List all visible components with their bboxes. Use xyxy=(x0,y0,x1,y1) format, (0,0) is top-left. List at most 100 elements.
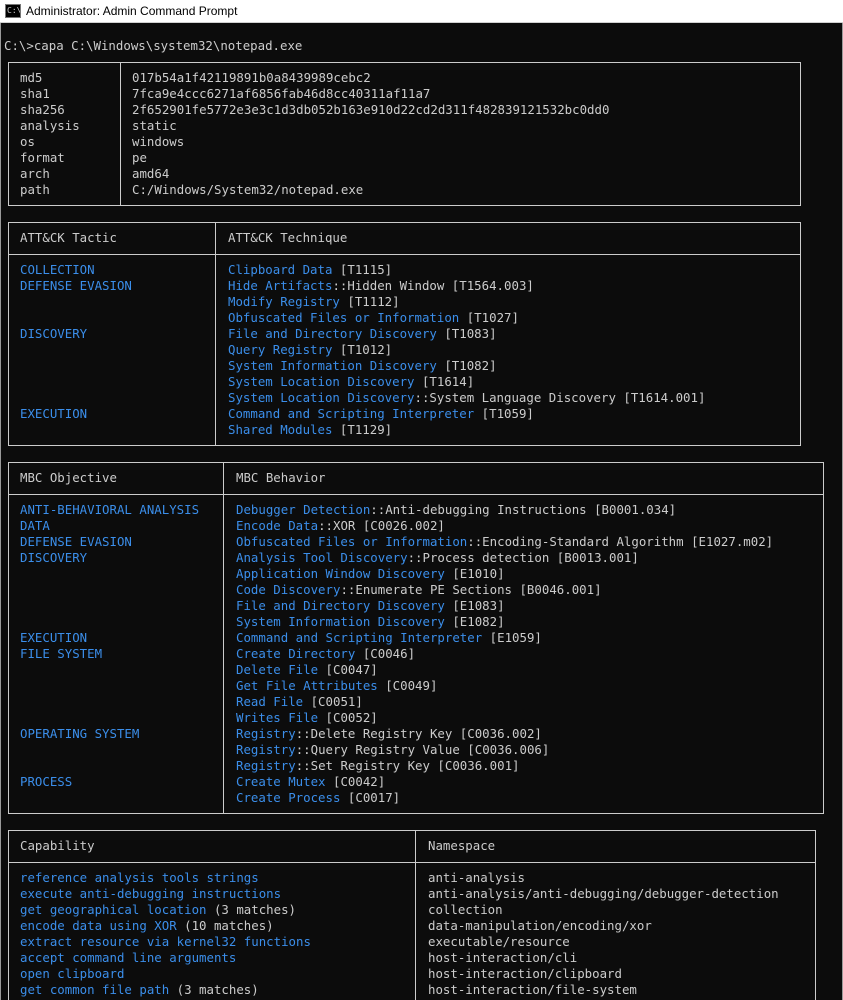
meta-value: C:/Windows/System32/notepad.exe xyxy=(132,182,364,197)
mbc-behavior-name: Get File Attributes xyxy=(236,678,378,693)
attack-header-tactic: ATT&CK Tactic xyxy=(20,230,117,245)
meta-value: static xyxy=(132,118,177,133)
mbc-objective: PROCESS xyxy=(20,774,73,789)
capability-matches: (3 matches) xyxy=(169,982,259,997)
capability-header-rule xyxy=(8,862,816,863)
attack-technique-name: Hide Artifacts xyxy=(228,278,333,293)
attack-technique: System Location Discovery::System Langua… xyxy=(228,390,705,406)
mbc-behavior: Debugger Detection::Anti-debugging Instr… xyxy=(236,502,676,518)
mbc-behavior-id: [B0001.034] xyxy=(586,502,677,517)
attack-technique: File and Directory Discovery [T1083] xyxy=(228,326,497,342)
attack-technique: Shared Modules [T1129] xyxy=(228,422,392,438)
meta-table xyxy=(8,62,801,206)
meta-value: windows xyxy=(132,134,185,149)
mbc-behavior-id: [C0036.006] xyxy=(459,742,550,757)
mbc-behavior: Get File Attributes [C0049] xyxy=(236,678,437,694)
attack-technique-id: [T1059] xyxy=(474,406,534,421)
attack-tactic: EXECUTION xyxy=(20,406,88,421)
capability-namespace: host-interaction/cli xyxy=(428,950,578,965)
meta-key: sha1 xyxy=(20,86,50,101)
mbc-behavior-id: [C0051] xyxy=(303,694,363,709)
attack-technique-name: Query Registry xyxy=(228,342,333,357)
mbc-behavior-id: [C0042] xyxy=(325,774,386,789)
capability-item: accept command line arguments xyxy=(20,950,236,966)
mbc-behavior-name: Registry xyxy=(236,742,296,757)
mbc-objective: DATA xyxy=(20,518,50,533)
capability-namespace: data-manipulation/encoding/xor xyxy=(428,918,652,933)
mbc-behavior-id: [E1083] xyxy=(444,598,505,613)
attack-technique-name: File and Directory Discovery xyxy=(228,326,437,341)
mbc-behavior: Application Window Discovery [E1010] xyxy=(236,566,505,582)
mbc-objective: DISCOVERY xyxy=(20,550,88,565)
attack-tactic: DISCOVERY xyxy=(20,326,88,341)
mbc-behavior-name: Application Window Discovery xyxy=(236,566,445,581)
mbc-behavior: Registry::Delete Registry Key [C0036.002… xyxy=(236,726,542,742)
attack-technique-id: [T1115] xyxy=(332,262,393,277)
attack-header-technique: ATT&CK Technique xyxy=(228,230,348,245)
mbc-behavior-id: [C0052] xyxy=(318,710,378,725)
attack-header-rule xyxy=(8,254,801,255)
mbc-behavior-name: Writes File xyxy=(236,710,319,725)
meta-value: 2f652901fe5772e3e3c1d3db052b163e910d22cd… xyxy=(132,102,610,117)
capability-item: reference analysis tools strings xyxy=(20,870,259,886)
mbc-behavior-id: [E1082] xyxy=(444,614,505,629)
attack-technique: System Location Discovery [T1614] xyxy=(228,374,474,390)
mbc-behavior-name: File and Directory Discovery xyxy=(236,598,445,613)
mbc-behavior-name: Create Process xyxy=(236,790,341,805)
mbc-behavior-id: [E1010] xyxy=(444,566,505,581)
mbc-behavior: System Information Discovery [E1082] xyxy=(236,614,505,630)
attack-technique-detail: ::Hidden Window xyxy=(332,278,445,293)
mbc-behavior: Delete File [C0047] xyxy=(236,662,378,678)
mbc-behavior-name: Create Mutex xyxy=(236,774,326,789)
title-bar[interactable]: C:\ Administrator: Admin Command Prompt xyxy=(0,0,843,23)
mbc-objective: FILE SYSTEM xyxy=(20,646,103,661)
meta-value: 7fca9e4ccc6271af6856fab46d8cc40311af11a7 xyxy=(132,86,431,101)
meta-divider xyxy=(120,62,121,206)
mbc-behavior-name: Registry xyxy=(236,758,296,773)
mbc-divider xyxy=(223,462,224,814)
mbc-behavior: Create Mutex [C0042] xyxy=(236,774,385,790)
mbc-behavior-detail: ::Delete Registry Key xyxy=(295,726,453,741)
attack-technique-name: Obfuscated Files or Information xyxy=(228,310,460,325)
capability-item: get geographical location (3 matches) xyxy=(20,902,296,918)
mbc-behavior: Create Process [C0017] xyxy=(236,790,400,806)
mbc-behavior-name: Encode Data xyxy=(236,518,319,533)
command-prompt-line: C:\>capa C:\Windows\system32\notepad.exe xyxy=(4,38,303,53)
capability-namespace: anti-analysis xyxy=(428,870,525,885)
attack-technique-id: [T1112] xyxy=(339,294,400,309)
mbc-behavior-name: Analysis Tool Discovery xyxy=(236,550,408,565)
capability-namespace: anti-analysis/anti-debugging/debugger-de… xyxy=(428,886,779,901)
meta-key: path xyxy=(20,182,50,197)
capability-item: extract resource via kernel32 functions xyxy=(20,934,311,950)
attack-technique: System Information Discovery [T1082] xyxy=(228,358,497,374)
attack-technique-id: [T1564.003] xyxy=(444,278,534,293)
mbc-behavior-id: [B0013.001] xyxy=(549,550,639,565)
attack-technique-id: [T1012] xyxy=(332,342,393,357)
mbc-behavior: Analysis Tool Discovery::Process detecti… xyxy=(236,550,639,566)
capability-namespace: host-interaction/file-system xyxy=(428,982,637,997)
attack-technique-id: [T1027] xyxy=(459,310,519,325)
mbc-behavior-name: Command and Scripting Interpreter xyxy=(236,630,483,645)
mbc-behavior-id: [E1059] xyxy=(482,630,542,645)
attack-technique-name: Shared Modules xyxy=(228,422,333,437)
mbc-behavior-id: [C0017] xyxy=(340,790,401,805)
meta-key: md5 xyxy=(20,70,43,85)
capability-name: execute anti-debugging instructions xyxy=(20,886,282,901)
mbc-objective: EXECUTION xyxy=(20,630,88,645)
mbc-objective: OPERATING SYSTEM xyxy=(20,726,140,741)
mbc-header-behavior: MBC Behavior xyxy=(236,470,326,485)
mbc-behavior-detail: ::Anti-debugging Instructions xyxy=(370,502,587,517)
mbc-behavior-name: Delete File xyxy=(236,662,319,677)
attack-technique-name: Command and Scripting Interpreter xyxy=(228,406,475,421)
attack-technique: Clipboard Data [T1115] xyxy=(228,262,392,278)
mbc-behavior-id: [C0049] xyxy=(377,678,438,693)
capability-name: get common file path xyxy=(20,982,170,997)
terminal-output[interactable]: C:\>capa C:\Windows\system32\notepad.exe… xyxy=(0,23,843,1000)
meta-value: 017b54a1f42119891b0a8439989cebc2 xyxy=(132,70,371,85)
mbc-behavior-detail: ::Encoding-Standard Algorithm xyxy=(467,534,684,549)
mbc-behavior-id: [C0036.001] xyxy=(429,758,520,773)
capability-namespace: host-interaction/clipboard xyxy=(428,966,622,981)
mbc-behavior-id: [C0047] xyxy=(318,662,378,677)
mbc-behavior: Create Directory [C0046] xyxy=(236,646,415,662)
capability-header-namespace: Namespace xyxy=(428,838,496,853)
